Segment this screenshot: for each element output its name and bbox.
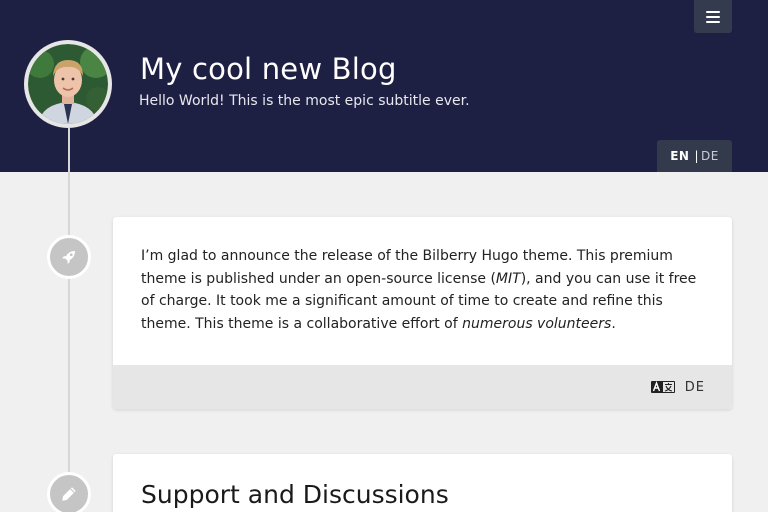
volunteers-text: numerous volunteers [462, 315, 612, 332]
language-en-active[interactable]: EN [670, 149, 689, 163]
timeline-marker-1 [47, 235, 91, 279]
article-text-part-3: . [611, 315, 616, 332]
avatar[interactable] [24, 40, 112, 128]
timeline-line [68, 128, 70, 512]
site-title[interactable]: My cool new Blog [140, 52, 397, 86]
article-title[interactable]: Support and Discussions [141, 480, 449, 509]
avatar-photo [28, 44, 108, 124]
language-separator: | [694, 149, 699, 163]
menu-button[interactable] [694, 0, 732, 33]
language-de-link[interactable]: DE [701, 149, 719, 163]
pencil-icon [62, 487, 76, 501]
license-text: MIT [495, 270, 521, 287]
rocket-icon [62, 251, 75, 264]
article-card: I’m glad to announce the release of the … [113, 217, 732, 409]
article-translation-link[interactable]: DE [685, 380, 705, 395]
translate-icon [650, 381, 675, 393]
site-header: My cool new Blog Hello World! This is th… [0, 0, 768, 172]
article-card: Support and Discussions [113, 454, 732, 512]
article-footer: DE [113, 365, 732, 409]
hamburger-menu-icon [706, 10, 720, 23]
language-switcher: EN | DE [657, 140, 732, 172]
article-body: I’m glad to announce the release of the … [113, 217, 732, 365]
site-subtitle: Hello World! This is the most epic subti… [139, 93, 470, 109]
timeline-marker-2 [47, 472, 91, 512]
